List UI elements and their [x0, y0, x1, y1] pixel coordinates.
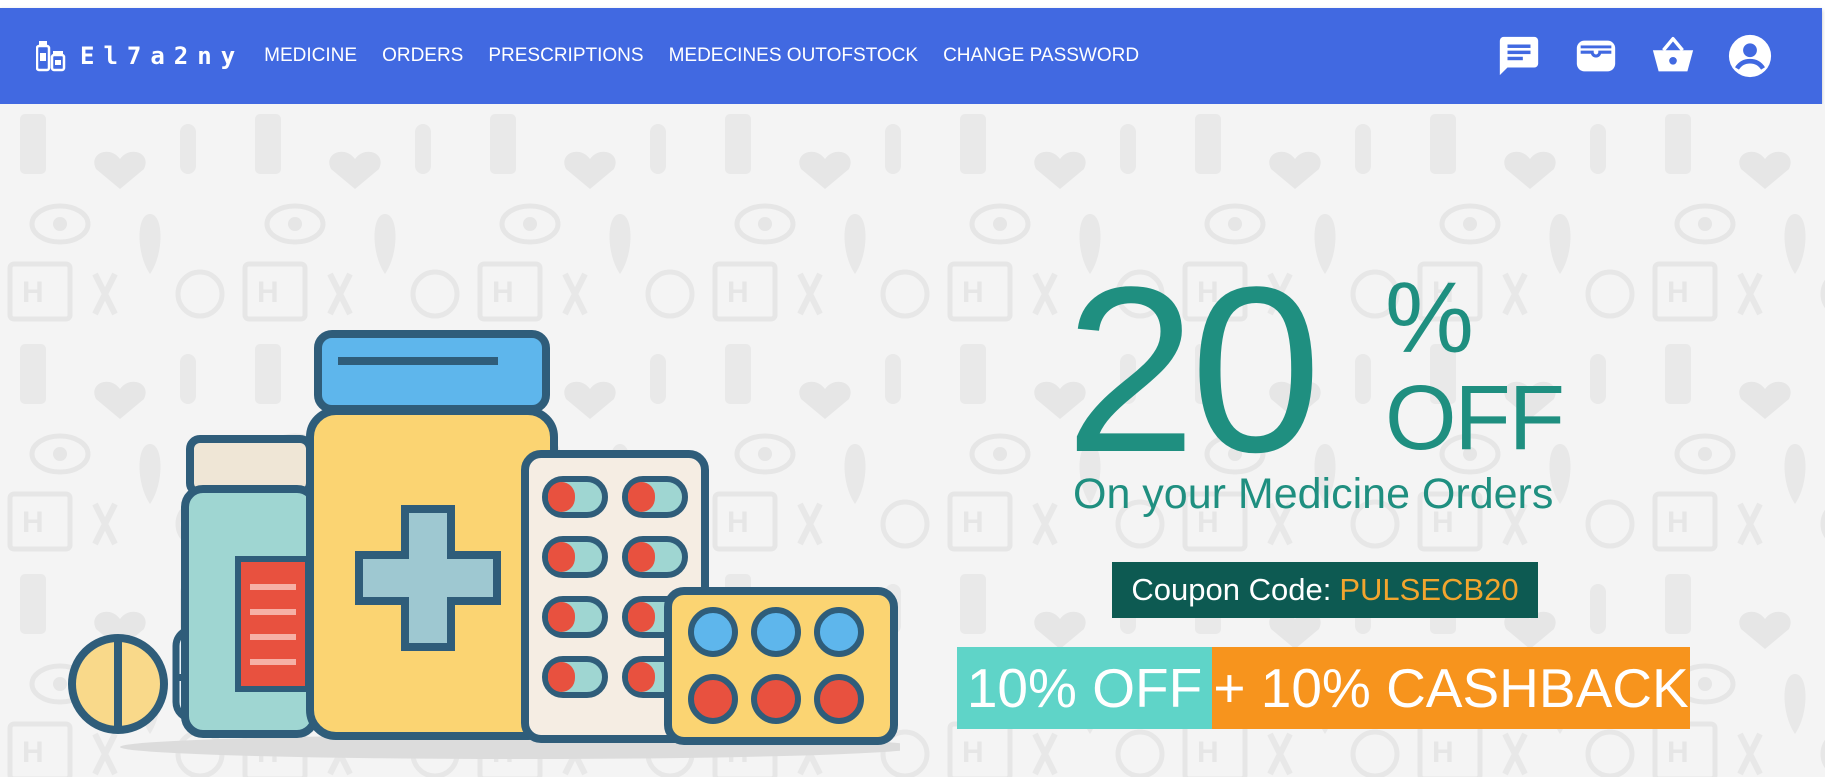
offer-right: + 10% CASHBACK [1212, 647, 1690, 729]
coupon-box: Coupon Code: PULSECB20 [1112, 562, 1538, 618]
nav-link-medicine[interactable]: MEDICINE [264, 45, 357, 67]
promo-subtitle: On your Medicine Orders [1073, 470, 1554, 518]
brand[interactable]: El7a2ny [36, 39, 244, 73]
brand-name: El7a2ny [80, 42, 245, 70]
nav-links: MEDICINE ORDERS PRESCRIPTIONS MEDECINES … [264, 45, 1164, 67]
nav-link-orders[interactable]: ORDERS [382, 45, 463, 67]
nav-link-change-password[interactable]: CHANGE PASSWORD [943, 45, 1139, 67]
discount-off: OFF [1385, 367, 1565, 469]
offer-strip: 10% OFF + 10% CASHBACK [957, 647, 1690, 729]
offer-left: 10% OFF [957, 647, 1212, 729]
basket-icon[interactable] [1649, 32, 1697, 80]
nav-link-prescriptions[interactable]: PRESCRIPTIONS [488, 45, 643, 67]
chat-icon[interactable] [1495, 32, 1543, 80]
promo-banner: H [0, 104, 1825, 777]
medicine-bottles-icon [36, 39, 66, 73]
wallet-icon[interactable] [1572, 32, 1620, 80]
coupon-label: Coupon Code: [1131, 572, 1332, 607]
account-icon[interactable] [1726, 32, 1774, 80]
discount-number: 20 [1065, 238, 1322, 502]
top-navbar: El7a2ny MEDICINE ORDERS PRESCRIPTIONS ME… [0, 8, 1822, 104]
nav-link-medicines-outofstock[interactable]: MEDECINES OUTOFSTOCK [669, 45, 919, 67]
coupon-code: PULSECB20 [1339, 572, 1519, 607]
promo-content: 20 % OFF On your Medicine Orders Coupon … [0, 104, 1825, 777]
nav-icons [1466, 8, 1774, 104]
discount-percent: % [1385, 262, 1474, 374]
